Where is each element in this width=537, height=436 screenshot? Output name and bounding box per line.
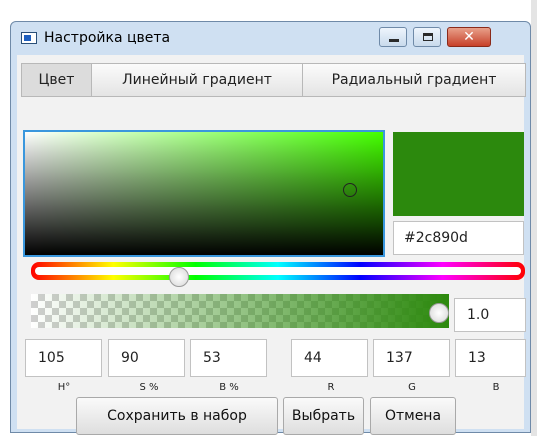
maximize-icon (423, 33, 433, 41)
sv-picker-handle[interactable] (343, 183, 357, 197)
hue-input[interactable]: 105 (25, 339, 102, 377)
title-bar[interactable]: Настройка цвета ✕ (11, 22, 530, 54)
hue-slider-handle[interactable] (169, 267, 190, 287)
green-label: G (408, 382, 416, 393)
tab-radial-gradient[interactable]: Радиальный градиент (303, 64, 525, 96)
hue-label: H° (57, 382, 71, 393)
blue-label: B (492, 382, 500, 393)
hue-slider-track[interactable] (31, 262, 525, 280)
app-icon (21, 32, 37, 44)
hex-color-input[interactable]: #2c890d (393, 221, 524, 255)
maximize-button[interactable] (413, 27, 441, 47)
alpha-slider-track[interactable] (31, 294, 449, 328)
close-button[interactable]: ✕ (447, 27, 491, 47)
color-preview-swatch (393, 132, 524, 216)
tab-bar: Цвет Линейный градиент Радиальный градие… (21, 63, 526, 97)
save-to-palette-button[interactable]: Сохранить в набор (76, 397, 278, 435)
alpha-input[interactable]: 1.0 (454, 298, 526, 332)
saturation-input[interactable]: 90 (108, 339, 185, 377)
alpha-slider-handle[interactable] (429, 303, 449, 323)
red-input[interactable]: 44 (291, 339, 368, 377)
dialog-content: Цвет Линейный градиент Радиальный градие… (17, 55, 526, 435)
brightness-label: B % (219, 382, 239, 393)
saturation-brightness-picker[interactable] (23, 130, 385, 257)
green-input[interactable]: 137 (373, 339, 450, 377)
window-title: Настройка цвета (44, 30, 171, 46)
tab-color[interactable]: Цвет (22, 64, 92, 96)
cancel-button[interactable]: Отмена (370, 397, 456, 435)
red-label: R (327, 382, 335, 393)
close-icon: ✕ (463, 29, 475, 45)
brightness-input[interactable]: 53 (190, 339, 267, 377)
tab-linear-gradient[interactable]: Линейный градиент (92, 64, 303, 96)
minimize-button[interactable] (379, 27, 407, 47)
minimize-icon (389, 39, 399, 42)
blue-input[interactable]: 13 (455, 339, 526, 377)
saturation-label: S % (139, 382, 159, 393)
window-edge (531, 0, 537, 436)
hue-slider-groove (35, 267, 521, 275)
color-settings-window: Настройка цвета ✕ Цвет Линейный градиент… (10, 21, 531, 435)
select-button[interactable]: Выбрать (283, 397, 364, 435)
